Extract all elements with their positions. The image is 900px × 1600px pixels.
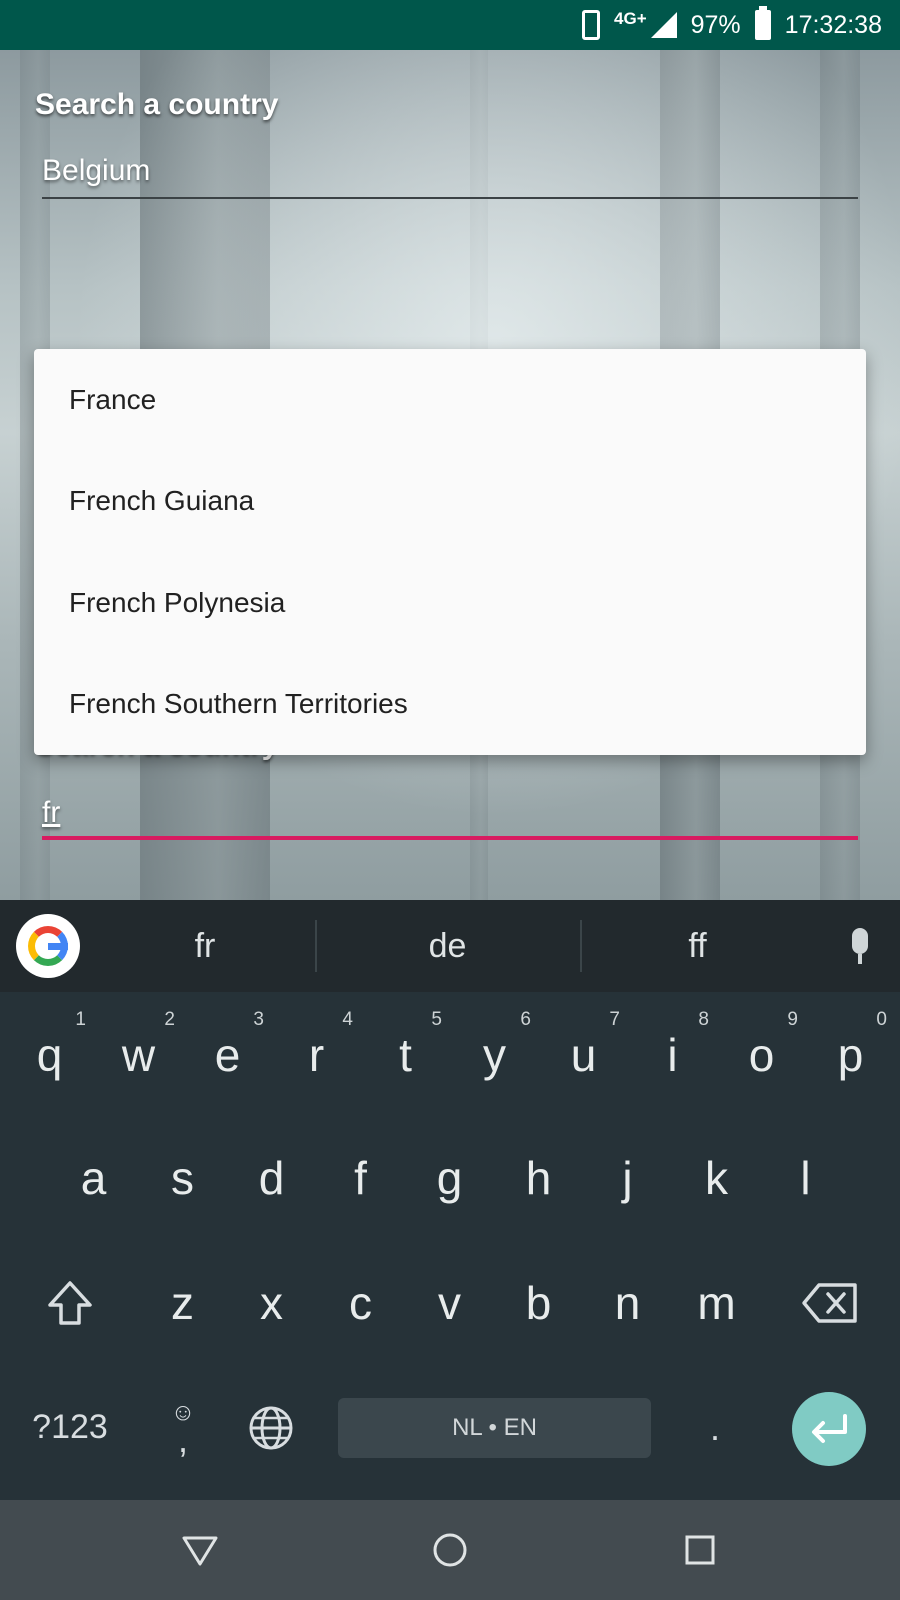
key-k[interactable]: k [672, 1115, 761, 1240]
dropdown-item-french-polynesia[interactable]: French Polynesia [34, 552, 866, 654]
key-s[interactable]: s [138, 1115, 227, 1240]
suggestion-3[interactable]: ff [590, 900, 805, 992]
key-x[interactable]: x [227, 1240, 316, 1365]
google-icon[interactable] [16, 914, 80, 978]
key-h[interactable]: h [494, 1115, 583, 1240]
shift-key[interactable] [25, 1240, 115, 1365]
emoji-comma-key[interactable]: ☺ , [150, 1365, 216, 1490]
battery-percent: 97% [690, 10, 741, 39]
key-g[interactable]: g [405, 1115, 494, 1240]
dropdown-item-france[interactable]: France [34, 349, 866, 451]
globe-icon [249, 1406, 293, 1449]
back-icon [182, 1536, 218, 1566]
key-r[interactable]: r4 [272, 995, 361, 1115]
backspace-key[interactable] [785, 1240, 875, 1365]
status-bar: 4G+ 97% 17:32:38 [0, 0, 900, 50]
backspace-icon [802, 1282, 857, 1323]
key-i[interactable]: i8 [628, 995, 717, 1115]
microphone-icon[interactable] [850, 928, 870, 964]
suggestion-strip: fr de ff [0, 900, 900, 992]
key-z[interactable]: z [138, 1240, 227, 1365]
phone-orientation-icon [582, 10, 601, 40]
enter-icon [812, 1414, 847, 1443]
suggestion-2[interactable]: de [335, 900, 560, 992]
dropdown-item-french-southern-territories[interactable]: French Southern Territories [34, 654, 866, 756]
key-b[interactable]: b [494, 1240, 583, 1365]
navigation-bar [0, 1500, 900, 1600]
key-o[interactable]: o9 [717, 995, 806, 1115]
key-m[interactable]: m [672, 1240, 761, 1365]
key-p[interactable]: p0 [806, 995, 895, 1115]
network-type: 4G+ [614, 9, 647, 28]
language-key[interactable] [236, 1365, 306, 1490]
key-c[interactable]: c [316, 1240, 405, 1365]
symbols-key[interactable]: ?123 [20, 1365, 120, 1490]
key-t[interactable]: t5 [361, 995, 450, 1115]
key-a[interactable]: a [49, 1115, 138, 1240]
autocomplete-dropdown: France French Guiana French Polynesia Fr… [34, 349, 866, 755]
key-y[interactable]: y6 [450, 995, 539, 1115]
home-button[interactable] [428, 1528, 472, 1572]
shift-icon [48, 1280, 92, 1325]
key-j[interactable]: j [583, 1115, 672, 1240]
country-input-1[interactable]: Belgium [42, 154, 150, 188]
soft-keyboard: fr de ff q1 w2 e3 r4 t5 y6 u7 i8 o9 p0 a… [0, 900, 900, 1500]
signal-icon [650, 12, 677, 38]
country-input-2[interactable]: fr [42, 796, 60, 830]
home-icon [433, 1533, 467, 1567]
country-input-1-underline [42, 197, 858, 199]
key-u[interactable]: u7 [539, 995, 628, 1115]
key-n[interactable]: n [583, 1240, 672, 1365]
back-button[interactable] [178, 1528, 222, 1572]
enter-key[interactable] [792, 1392, 866, 1466]
suggestion-1[interactable]: fr [95, 900, 315, 992]
key-l[interactable]: l [761, 1115, 850, 1240]
key-v[interactable]: v [405, 1240, 494, 1365]
country-input-2-underline [42, 836, 858, 840]
clock: 17:32:38 [784, 10, 882, 39]
key-e[interactable]: e3 [183, 995, 272, 1115]
key-q[interactable]: q1 [5, 995, 94, 1115]
field-label-country-1: Search a country [35, 88, 279, 121]
period-key[interactable]: . [680, 1365, 750, 1490]
key-f[interactable]: f [316, 1115, 405, 1240]
recents-icon [685, 1535, 715, 1565]
space-key[interactable]: NL • EN [338, 1398, 651, 1458]
recents-button[interactable] [678, 1528, 722, 1572]
battery-icon [754, 6, 771, 40]
key-d[interactable]: d [227, 1115, 316, 1240]
key-w[interactable]: w2 [94, 995, 183, 1115]
dropdown-item-french-guiana[interactable]: French Guiana [34, 451, 866, 553]
